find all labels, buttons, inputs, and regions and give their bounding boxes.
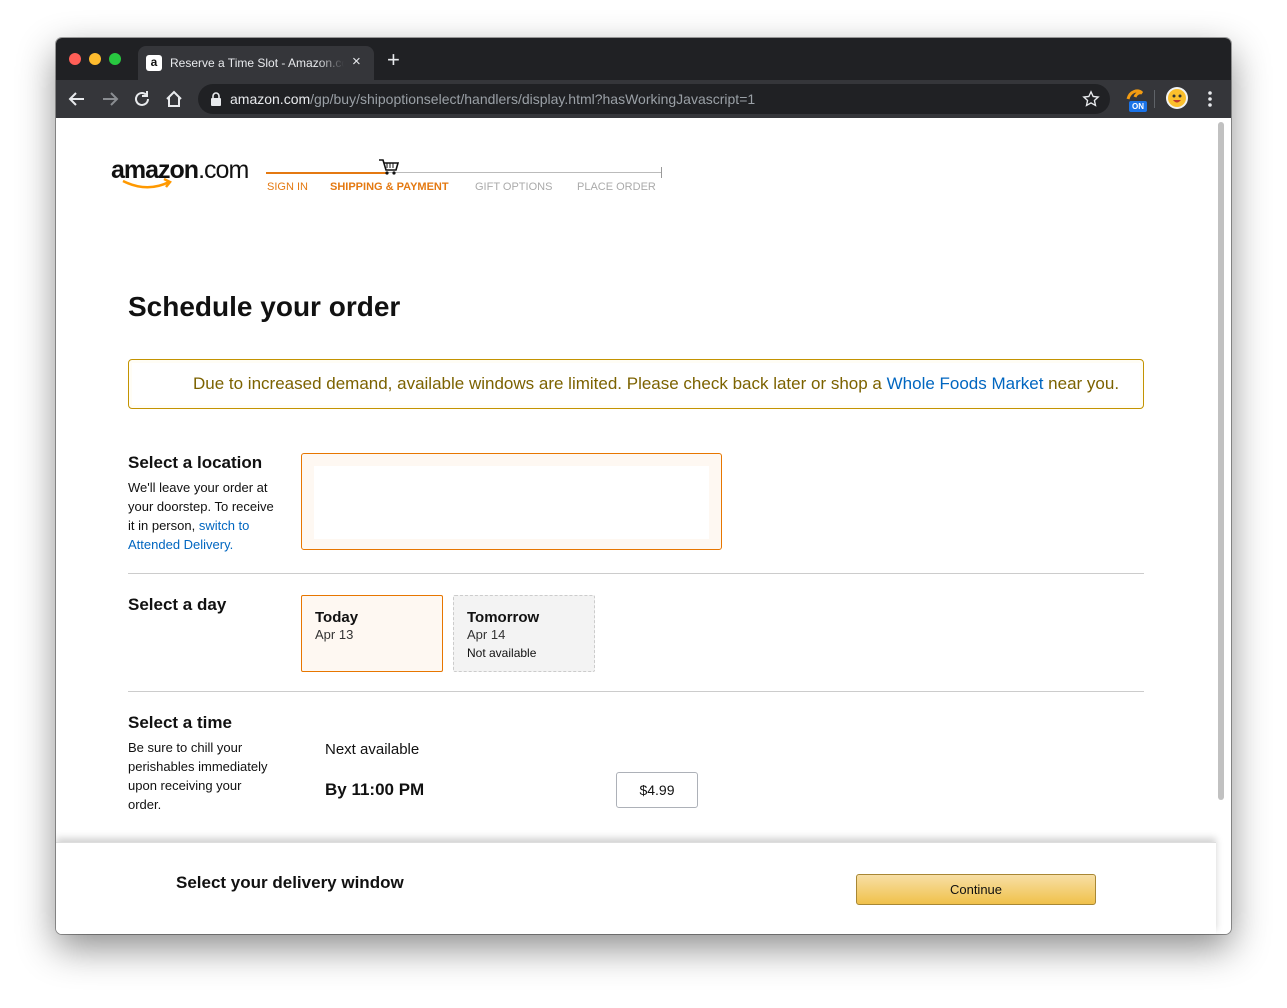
toolbar-divider <box>1154 90 1155 108</box>
location-section-title: Select a location <box>128 453 263 472</box>
footer-title: Select your delivery window <box>176 873 404 892</box>
title-bar: a Reserve a Time Slot - Amazon.com × + <box>56 38 1231 80</box>
location-description: We'll leave your order at your doorstep.… <box>128 478 278 554</box>
page-viewport: amazon.com SIGN IN SHIPPING & PAYMENT GI… <box>56 118 1231 934</box>
section-divider <box>128 573 1144 574</box>
whole-foods-link[interactable]: Whole Foods Market <box>887 374 1044 393</box>
day-section-title: Select a day <box>128 595 227 614</box>
url-path: /gp/buy/shipoptionselect/handlers/displa… <box>310 91 756 107</box>
tab-title: Reserve a Time Slot - Amazon.com <box>170 56 344 70</box>
forward-arrow-icon[interactable] <box>99 88 121 110</box>
amazon-logo[interactable]: amazon.com <box>111 156 251 192</box>
menu-kebab-icon[interactable] <box>1204 90 1216 108</box>
browser-tab[interactable]: a Reserve a Time Slot - Amazon.com × <box>138 46 374 80</box>
location-option[interactable] <box>301 453 722 550</box>
minimize-window-button[interactable] <box>89 53 101 65</box>
browser-toolbar: amazon.com/gp/buy/shipoptionselect/handl… <box>56 80 1231 118</box>
day-name: Today <box>315 609 359 626</box>
step-sign-in[interactable]: SIGN IN <box>267 180 308 194</box>
alert-message: Due to increased demand, available windo… <box>193 374 1119 394</box>
progress-line-remaining <box>386 172 662 173</box>
emoji-face-icon <box>1168 89 1186 107</box>
url-host: amazon.com <box>230 91 311 107</box>
step-place-order: PLACE ORDER <box>577 181 656 193</box>
cart-icon <box>379 159 400 175</box>
step-gift-options: GIFT OPTIONS <box>475 181 553 193</box>
maximize-window-button[interactable] <box>109 53 121 65</box>
bookmark-star-icon[interactable] <box>1082 90 1100 108</box>
close-window-button[interactable] <box>69 53 81 65</box>
section-divider <box>128 691 1144 692</box>
location-option-content <box>314 466 709 539</box>
day-option-today[interactable]: Today Apr 13 <box>301 595 443 672</box>
day-availability-status: Not available <box>467 646 537 660</box>
new-tab-icon[interactable]: + <box>387 49 400 71</box>
time-slot-price-button[interactable]: $4.99 <box>616 772 698 808</box>
alert-text-before: Due to increased demand, available windo… <box>193 374 887 393</box>
next-available-label: Next available <box>325 741 420 758</box>
url-text: amazon.com/gp/buy/shipoptionselect/handl… <box>230 91 755 107</box>
time-description: Be sure to chill your perishables immedi… <box>128 740 268 812</box>
page-title: Schedule your order <box>128 291 401 322</box>
day-name: Tomorrow <box>467 609 540 626</box>
scrollbar-thumb[interactable] <box>1218 122 1224 800</box>
extension-badge: ON <box>1129 101 1147 112</box>
progress-line-complete <box>266 172 386 174</box>
tab-close-icon[interactable]: × <box>352 54 361 70</box>
progress-end-marker <box>661 167 662 178</box>
time-section-title: Select a time <box>128 713 232 732</box>
lock-icon <box>211 92 221 106</box>
continue-button[interactable]: Continue <box>856 874 1096 905</box>
time-slot-label: By 11:00 PM <box>325 780 425 799</box>
back-arrow-icon[interactable] <box>66 88 88 110</box>
day-option-tomorrow: Tomorrow Apr 14 Not available <box>453 595 595 672</box>
home-icon[interactable] <box>163 88 185 110</box>
logo-suffix: .com <box>198 156 249 184</box>
demand-alert: Due to increased demand, available windo… <box>128 359 1144 409</box>
day-date: Apr 14 <box>467 627 506 642</box>
amazon-favicon-icon: a <box>146 55 162 71</box>
sticky-footer: Select your delivery window Continue <box>56 842 1216 934</box>
day-date: Apr 13 <box>315 627 354 642</box>
address-bar[interactable]: amazon.com/gp/buy/shipoptionselect/handl… <box>198 84 1110 114</box>
reload-icon[interactable] <box>131 88 153 110</box>
amazon-smile-icon <box>122 178 172 189</box>
alert-text-after: near you. <box>1043 374 1120 393</box>
browser-window: a Reserve a Time Slot - Amazon.com × + a… <box>56 38 1231 934</box>
profile-avatar-icon[interactable] <box>1166 87 1188 109</box>
step-shipping-payment: SHIPPING & PAYMENT <box>330 181 449 193</box>
checkout-progress: SIGN IN SHIPPING & PAYMENT GIFT OPTIONS … <box>266 159 666 200</box>
